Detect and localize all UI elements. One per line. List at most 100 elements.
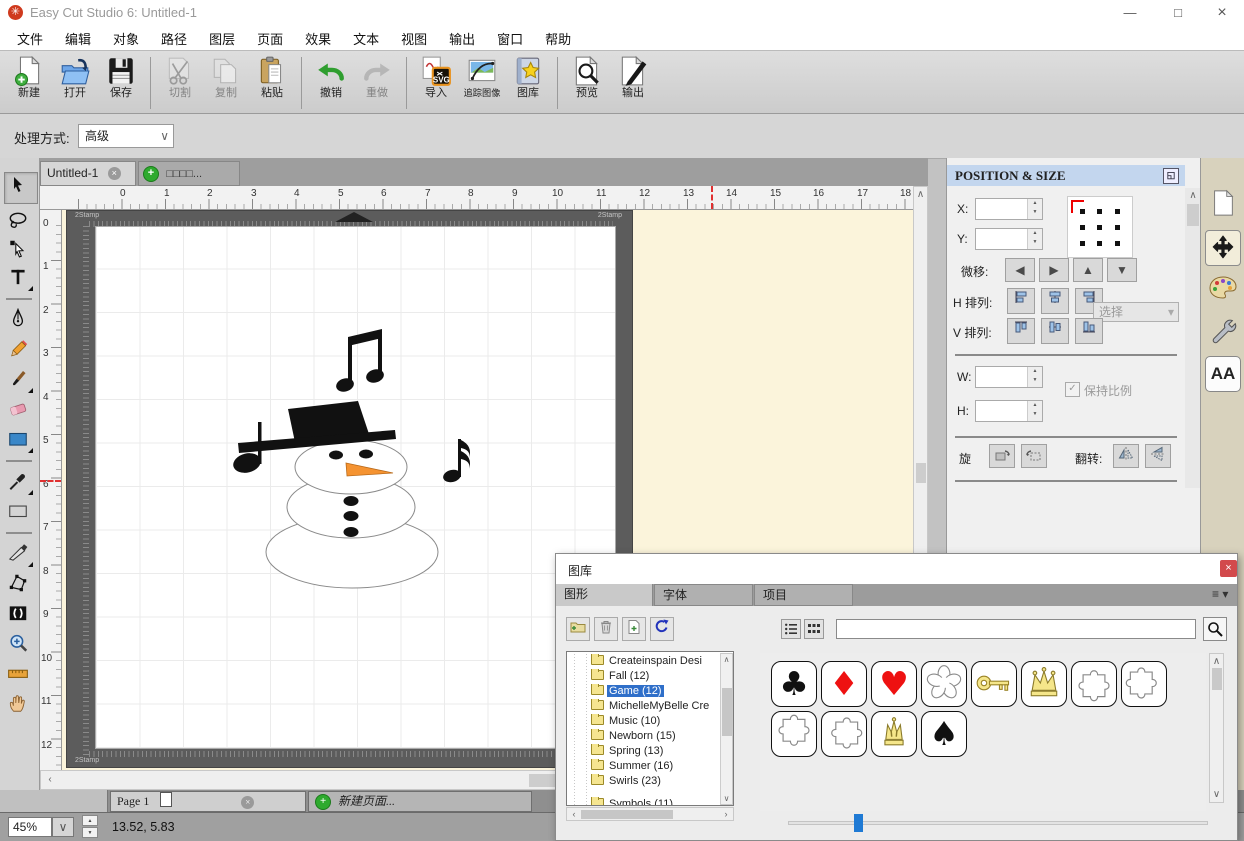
preview-button[interactable]: 预览 xyxy=(565,55,609,99)
paste-button[interactable]: 粘贴 xyxy=(250,55,294,99)
folder-item[interactable]: Music (10) xyxy=(591,714,721,729)
open-button[interactable]: 打开 xyxy=(53,55,97,99)
tree-hscrollbar[interactable]: ‹ › xyxy=(566,807,734,821)
menu-view[interactable]: 视图 xyxy=(390,29,438,48)
rotate-ccw-button[interactable] xyxy=(989,444,1015,468)
tab-close-icon[interactable]: × xyxy=(108,167,121,180)
folder-item[interactable]: Newborn (15) xyxy=(591,729,721,744)
shape-edit-tool[interactable] xyxy=(7,572,33,598)
grid-view-button[interactable] xyxy=(804,619,824,639)
tab-shapes[interactable]: 图形 xyxy=(556,584,653,606)
folder-item[interactable]: Createinspain Desi xyxy=(591,654,721,669)
library-button[interactable]: 图库 xyxy=(506,55,550,99)
tab-projects[interactable]: 项目 xyxy=(754,584,853,606)
scroll-up-icon[interactable]: ∧ xyxy=(1185,190,1201,201)
folder-tree[interactable]: Createinspain Desi Fall (12) Game (12) M… xyxy=(566,651,734,806)
menu-path[interactable]: 路径 xyxy=(150,29,198,48)
menu-layer[interactable]: 图层 xyxy=(198,29,246,48)
tab-new-document[interactable]: + □□□□... xyxy=(138,161,240,186)
shape-queen-crown[interactable] xyxy=(1021,661,1067,707)
snowman-artwork[interactable] xyxy=(96,227,617,750)
pan-hand-tool[interactable] xyxy=(7,692,33,718)
eraser-tool[interactable] xyxy=(7,398,33,424)
menu-page[interactable]: 页面 xyxy=(246,29,294,48)
nudge-up-button[interactable]: ▲ xyxy=(1073,258,1103,282)
dialog-close-button[interactable]: × xyxy=(1220,560,1237,577)
align-hcenter-button[interactable] xyxy=(1041,288,1069,314)
tab-page-1[interactable]: Page 1 × xyxy=(110,791,306,812)
output-button[interactable]: 输出 xyxy=(611,55,655,99)
align-top-button[interactable] xyxy=(1007,318,1035,344)
tab-fonts[interactable]: 字体 xyxy=(654,584,753,606)
flip-v-button[interactable] xyxy=(1145,444,1171,468)
minimize-button[interactable]: — xyxy=(1108,0,1152,26)
gradient-tool[interactable] xyxy=(7,500,33,526)
refresh-button[interactable] xyxy=(650,617,674,641)
delete-button[interactable] xyxy=(594,617,618,641)
shape-heart[interactable]: ♥ xyxy=(871,661,917,707)
settings-panel-button[interactable] xyxy=(1205,316,1241,352)
pencil-tool[interactable] xyxy=(7,338,33,364)
list-view-button[interactable] xyxy=(781,619,801,639)
ruler-tool[interactable] xyxy=(7,662,33,688)
folder-item[interactable]: Symbols (11) xyxy=(591,797,721,806)
slider-thumb[interactable] xyxy=(854,814,863,832)
scroll-left-icon[interactable]: ‹ xyxy=(45,774,55,785)
tab-new-page[interactable]: + 新建页面... xyxy=(308,791,532,812)
y-input[interactable]: ▲▼ xyxy=(975,228,1043,250)
eyedropper-tool[interactable] xyxy=(7,470,33,496)
zoom-step-down[interactable]: ▼ xyxy=(82,827,98,838)
shape-puzzle-2[interactable] xyxy=(1121,661,1167,707)
folder-item[interactable]: Fall (12) xyxy=(591,669,721,684)
shape-key[interactable] xyxy=(971,661,1017,707)
menu-object[interactable]: 对象 xyxy=(102,29,150,48)
shapes-vscrollbar[interactable]: ∧ ∨ xyxy=(1209,653,1224,803)
lasso-tool[interactable] xyxy=(7,210,33,236)
dialog-menu-icon[interactable]: ≡ ▾ xyxy=(1212,587,1228,601)
align-bottom-button[interactable] xyxy=(1075,318,1103,344)
zoom-input[interactable]: 45% xyxy=(8,817,52,837)
zoom-dropdown-button[interactable]: ∨ xyxy=(52,817,74,837)
thumbnail-size-slider[interactable] xyxy=(788,821,1208,825)
nudge-down-button[interactable]: ▼ xyxy=(1107,258,1137,282)
folder-item-selected[interactable]: Game (12) xyxy=(591,684,721,699)
process-mode-select[interactable]: 高级 ∨ xyxy=(78,124,174,148)
align-left-button[interactable] xyxy=(1007,288,1035,314)
save-button[interactable]: 保存 xyxy=(99,55,143,99)
menu-effects[interactable]: 效果 xyxy=(294,29,342,48)
panel-header[interactable]: POSITION & SIZE ◱ xyxy=(947,165,1185,186)
nudge-right-button[interactable]: ▶ xyxy=(1039,258,1069,282)
search-input[interactable] xyxy=(836,619,1196,639)
offset-tool[interactable] xyxy=(7,602,33,628)
folder-item[interactable]: MichelleMyBelle Cre xyxy=(591,699,721,714)
flip-h-button[interactable] xyxy=(1113,444,1139,468)
shape-diamond[interactable]: ♦ xyxy=(821,661,867,707)
shape-flower[interactable] xyxy=(921,661,967,707)
pages-panel-button[interactable] xyxy=(1205,188,1241,224)
keep-ratio-checkbox[interactable]: ✓ xyxy=(1065,382,1080,397)
brush-tool[interactable] xyxy=(7,368,33,394)
shape-puzzle-3[interactable] xyxy=(771,711,817,757)
menu-output[interactable]: 输出 xyxy=(438,29,486,48)
node-select-tool[interactable] xyxy=(7,238,33,264)
shape-puzzle-1[interactable] xyxy=(1071,661,1117,707)
import-button[interactable]: SVG 导入 xyxy=(414,55,458,99)
menu-window[interactable]: 窗口 xyxy=(486,29,534,48)
new-button[interactable]: 新建 xyxy=(7,55,51,99)
panel-scrollbar[interactable]: ∧ xyxy=(1185,188,1201,488)
zoom-step-up[interactable]: ▲ xyxy=(82,815,98,826)
menu-edit[interactable]: 编辑 xyxy=(54,29,102,48)
folder-item[interactable]: Swirls (23) xyxy=(591,774,721,789)
menu-help[interactable]: 帮助 xyxy=(534,29,582,48)
menu-file[interactable]: 文件 xyxy=(6,29,54,48)
zoom-tool[interactable] xyxy=(7,632,33,658)
color-panel-button[interactable] xyxy=(1205,274,1241,310)
knife-tool[interactable] xyxy=(7,542,33,568)
shape-king-crown[interactable] xyxy=(871,711,917,757)
maximize-button[interactable]: □ xyxy=(1156,0,1200,26)
folder-item[interactable]: Summer (16) xyxy=(591,759,721,774)
x-input[interactable]: ▲▼ xyxy=(975,198,1043,220)
h-input[interactable]: ▲▼ xyxy=(975,400,1043,422)
trace-image-button[interactable]: 追踪图像 xyxy=(460,55,504,99)
page[interactable] xyxy=(95,226,616,749)
